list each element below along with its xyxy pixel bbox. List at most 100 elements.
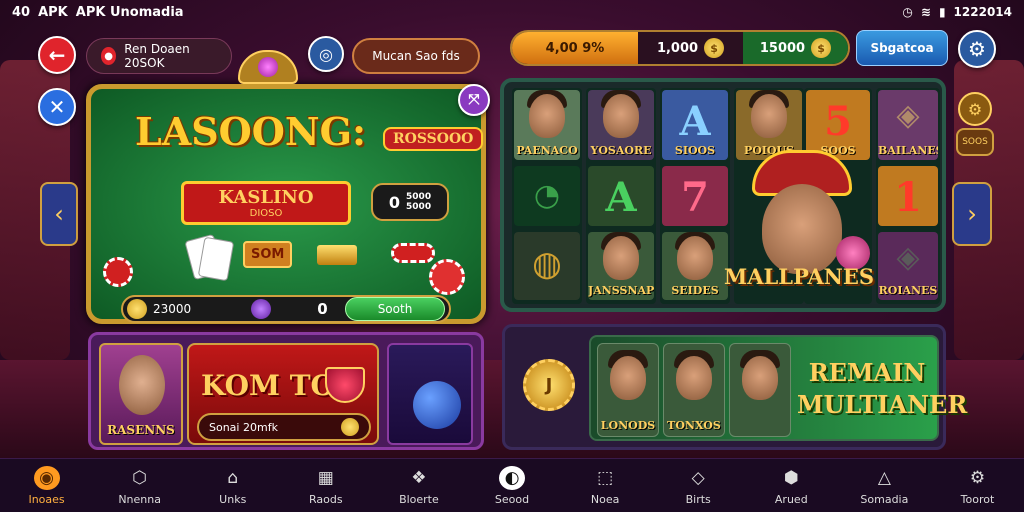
nav-item-6[interactable]: ◐ Seood xyxy=(465,459,558,512)
gear-icon: ⚙ xyxy=(969,467,986,488)
dice-tile[interactable] xyxy=(387,343,473,445)
gold-bar-icon xyxy=(317,245,357,265)
status-bar: 40 APK APK Unomadia ◷ ≋ ▮ 1222014 xyxy=(0,0,1024,24)
nav-label: Somadia xyxy=(860,492,909,506)
coin-icon xyxy=(341,418,359,436)
sign-in-button[interactable]: Sbgatcoa xyxy=(856,30,948,66)
slot-cell-label: JANSSNAP xyxy=(588,284,654,297)
odds-line-2: 5000 xyxy=(406,202,432,212)
slot-center-label: MALLPANES xyxy=(724,264,874,289)
character-face xyxy=(677,236,713,280)
nav-label: Nnenna xyxy=(118,492,161,506)
nav-item-9[interactable]: ⬢ Arued xyxy=(745,459,838,512)
playing-card-icon xyxy=(197,236,235,282)
nav-label: Bloerte xyxy=(399,492,439,506)
carousel-prev-button[interactable]: ‹ xyxy=(40,182,78,246)
currency-primary[interactable]: 4,00 9% xyxy=(512,32,638,64)
nav-item-home[interactable]: ◉ Inoaes xyxy=(0,459,93,512)
slot-machine-panel[interactable]: PAENACO ◔ ◍ YOSAORE A JANSSNAP A SIOOS 7 xyxy=(500,78,946,312)
currency-gems[interactable]: 15000 $ xyxy=(743,32,848,64)
currency-primary-value: 4,00 9% xyxy=(545,40,605,56)
odds-zero: 0 xyxy=(388,192,401,212)
triangle-icon: △ xyxy=(877,467,891,488)
cat-icon: ◈ xyxy=(896,98,920,133)
close-button[interactable]: ✕ xyxy=(38,88,76,126)
promo-box: KOM TO Sonai 20mfk xyxy=(187,343,379,445)
odds-line-1: 5000 xyxy=(406,192,432,202)
mid-pill-label: Mucan Sao fds xyxy=(372,49,460,63)
slot-reel: YOSAORE A JANSSNAP xyxy=(586,88,656,304)
play-button[interactable]: Sooth xyxy=(345,297,445,321)
carousel-next-button[interactable]: › xyxy=(952,182,992,246)
share-button[interactable]: ⤧ xyxy=(458,84,490,116)
slot-symbol: A xyxy=(679,98,711,145)
promo-character-label: TONXOS xyxy=(667,419,721,432)
promo-headline: REMAIN MULTIANER xyxy=(797,357,967,421)
slot-reel: ◈ BAILANES 1 ◈ ROIANES xyxy=(876,88,940,304)
dice-icon xyxy=(413,381,461,429)
currency-bar: 4,00 9% 1,000 $ 15000 $ xyxy=(510,30,850,66)
slot-symbol: 5 xyxy=(824,98,852,145)
nav-item-7[interactable]: ⬚ Noea xyxy=(559,459,652,512)
cat-icon: ◈ xyxy=(896,240,920,275)
promo-card-left[interactable]: RASENNS KOM TO Sonai 20mfk xyxy=(88,332,484,450)
play-button-label: Sooth xyxy=(377,302,413,316)
settings-button[interactable]: ⚙ xyxy=(958,30,996,68)
arrow-left-icon: ← xyxy=(48,43,66,67)
som-badge: SOM xyxy=(243,241,293,268)
grid-icon: ▦ xyxy=(317,467,334,488)
nav-item-4[interactable]: ▦ Raods xyxy=(279,459,372,512)
gem-icon xyxy=(251,299,272,319)
promo-character-label: LONODS xyxy=(600,419,656,432)
character-face xyxy=(529,94,565,138)
portrait-label: RASENNS xyxy=(107,423,175,437)
slot-cell: ◈ ROIANES xyxy=(878,232,938,300)
nav-item-settings[interactable]: ⚙ Toorot xyxy=(931,459,1024,512)
nav-label: Unks xyxy=(219,492,247,506)
medal-icon: ◍ xyxy=(532,244,562,284)
footer-zero: 0 xyxy=(317,300,328,318)
nav-label: Seood xyxy=(494,492,530,506)
promo-strip: LONODS TONXOS REMAIN MULTIANER xyxy=(589,335,967,441)
footer-amount: 23000 xyxy=(153,302,192,316)
nav-label: Inoaes xyxy=(28,492,65,506)
nav-item-3[interactable]: ⌂ Unks xyxy=(186,459,279,512)
nav-item-8[interactable]: ◇ Birts xyxy=(652,459,745,512)
back-button[interactable]: ← xyxy=(38,36,76,74)
promo-card-right[interactable]: J LONODS TONXOS REMAIN MULTIANER xyxy=(502,324,967,450)
slot-symbol: 1 xyxy=(894,174,922,221)
nav-item-10[interactable]: △ Somadia xyxy=(838,459,931,512)
character-face xyxy=(603,94,639,138)
sign-in-label: Sbgatcoa xyxy=(870,41,934,55)
gear-icon: ⚙ xyxy=(968,37,986,61)
mid-pill-button[interactable]: Mucan Sao fds xyxy=(352,38,480,74)
badge-icon: ⬢ xyxy=(783,467,799,488)
currency-coins[interactable]: 1,000 $ xyxy=(638,32,743,64)
slot-cell-label: SEIDES xyxy=(671,284,719,297)
promo-sub-button[interactable]: Sonai 20mfk xyxy=(197,413,371,441)
side-tag[interactable]: SOOS xyxy=(956,128,994,156)
battery-icon: ▮ xyxy=(938,5,946,19)
currency-gems-value: 15000 xyxy=(759,40,806,56)
nav-item-5[interactable]: ❖ Bloerte xyxy=(372,459,465,512)
nav-label: Raods xyxy=(309,492,343,506)
diamond-icon: ◇ xyxy=(691,467,705,488)
player-pill[interactable]: ● Ren Doaen 20SOK xyxy=(86,38,232,74)
featured-game-panel[interactable]: LASOONG: ROSSOOO KASLINO DIOSO 0 5000 500… xyxy=(86,84,486,324)
promo-title: KOM TO xyxy=(201,369,335,402)
coin-icon: $ xyxy=(811,38,832,58)
nav-label: Arued xyxy=(774,492,808,506)
player-badge-icon: ● xyxy=(101,47,117,65)
globe-button[interactable]: ◎ xyxy=(308,36,344,72)
coin-icon xyxy=(127,299,147,319)
slot-cell-label: YOSAORE xyxy=(590,144,652,157)
nav-item-2[interactable]: ⬡ Nnenna xyxy=(93,459,186,512)
slot-cell: ◈ BAILANES xyxy=(878,90,938,160)
slot-symbol: A xyxy=(605,174,637,221)
promo-headline-line-1: REMAIN xyxy=(808,358,926,387)
spin-icon: ◐ xyxy=(499,465,526,490)
gem-icon xyxy=(258,57,278,77)
character-face xyxy=(676,356,712,400)
bonus-gear-button[interactable]: ⚙ xyxy=(958,92,992,126)
banner-sub-text: DIOSO xyxy=(249,208,283,219)
